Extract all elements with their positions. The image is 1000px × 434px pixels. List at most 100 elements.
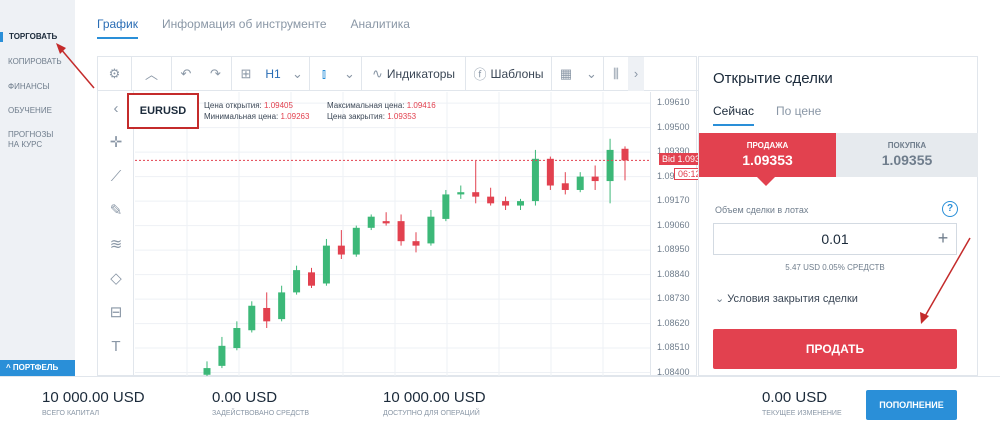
candle-body <box>621 148 629 161</box>
price-tick-label: 1.08620 <box>657 317 690 328</box>
candlestick-chart[interactable] <box>135 92 650 377</box>
ohlc-close-value: 1.09353 <box>387 112 417 121</box>
candle-body <box>352 227 360 255</box>
price-tick-label: 1.08730 <box>657 293 690 304</box>
sidebar-item-finance[interactable]: ФИНАНСЫ <box>0 82 75 92</box>
price-tick-label: 1.08950 <box>657 244 690 255</box>
ohlc-open-label: Цена открытия: <box>204 101 262 110</box>
price-tick-label: 1.09170 <box>657 195 690 206</box>
ohlc-high: Максимальная цена: 1.09416 <box>327 101 436 110</box>
bar-chart-icon[interactable]: ⫼ <box>604 57 628 91</box>
portfolio-toggle[interactable]: ^ ПОРТФЕЛЬ <box>0 360 75 376</box>
chevron-down-icon[interactable]: ⌄ <box>286 56 310 91</box>
candle-body <box>218 345 226 366</box>
ohlc-high-value: 1.09416 <box>406 101 436 110</box>
candle-body <box>517 201 524 206</box>
buy-price: 1.09355 <box>881 152 933 168</box>
buy-side-selector[interactable]: ПОКУПКА 1.09355 <box>836 133 978 177</box>
close-conditions-toggle[interactable]: ⌄ Условия закрытия сделки <box>715 292 858 305</box>
chart-panel: ⚙ ︿ ↶ ↷ ⊞ H1 ⌄ ⫾ ⌄ ∿ Индикаторы ⓕ Шаблоны … <box>97 56 714 377</box>
candle-body <box>457 192 465 195</box>
fibonacci-icon[interactable]: ⊟ <box>98 295 134 329</box>
lots-margin-info: 5.47 USD 0.05% СРЕДСТВ <box>785 263 885 272</box>
ohlc-close-label: Цена закрытия: <box>327 112 385 121</box>
tab-chart[interactable]: График <box>97 17 138 39</box>
templates-button[interactable]: ⓕ Шаблоны <box>466 56 552 91</box>
sidebar-item-trade[interactable]: ТОРГОВАТЬ <box>0 32 75 42</box>
candle-body <box>337 245 345 255</box>
candle-body <box>397 221 405 242</box>
indicators-icon: ∿ <box>371 65 383 81</box>
calendar-icon[interactable]: ▦ <box>552 57 580 91</box>
symbol-label[interactable]: EURUSD <box>127 93 199 129</box>
tab-analytics[interactable]: Аналитика <box>351 17 410 39</box>
price-axis: 1.096101.095001.093901.092801.091701.090… <box>650 92 698 377</box>
stat-available: 10 000.00 USD ДОСТУПНО ДЛЯ ОПЕРАЦИЙ <box>383 389 486 417</box>
tab-instrument-info[interactable]: Информация об инструменте <box>162 17 327 39</box>
templates-icon: ⓕ <box>473 67 487 82</box>
candle-body <box>487 196 495 204</box>
candle-body <box>412 241 420 246</box>
selected-side-pointer <box>757 177 775 186</box>
stat-current-change: 0.00 USD ТЕКУЩЕЕ ИЗМЕНЕНИЕ <box>762 389 842 417</box>
sell-label: ПРОДАЖА <box>746 141 789 150</box>
chevron-down-icon[interactable]: ⌄ <box>580 56 604 91</box>
tab-market-now[interactable]: Сейчас <box>713 104 754 126</box>
crosshair-icon[interactable]: ✛ <box>98 125 134 159</box>
price-tick-label: 1.09500 <box>657 121 690 132</box>
price-tick-label: 1.08510 <box>657 342 690 353</box>
trade-title: Открытие сделки <box>713 70 833 87</box>
collapse-chevron-up-icon[interactable]: ︿ <box>132 56 172 91</box>
sidebar-item-learning[interactable]: ОБУЧЕНИЕ <box>0 106 75 116</box>
stat-caption: ВСЕГО КАПИТАЛ <box>42 410 100 417</box>
lots-input[interactable]: 0.01 <box>713 223 957 255</box>
help-icon[interactable]: ? <box>942 201 958 217</box>
candle-body <box>382 221 390 224</box>
undo-icon[interactable]: ↶ <box>172 57 200 91</box>
sell-button[interactable]: ПРОДАТЬ <box>713 329 957 369</box>
ohlc-open: Цена открытия: 1.09405 <box>204 101 293 110</box>
timeframe-select[interactable]: H1 <box>260 57 286 91</box>
tab-by-price[interactable]: По цене <box>776 104 821 126</box>
candle-body <box>606 149 614 182</box>
sidebar-item-forecasts-line2[interactable]: НА КУРС <box>0 140 75 150</box>
text-tool-icon[interactable]: T <box>98 329 134 363</box>
scroll-right-icon[interactable]: › <box>628 56 644 91</box>
candlestick-icon[interactable]: ⫾ <box>310 57 338 91</box>
settings-gear-icon[interactable]: ⚙ <box>98 56 132 91</box>
sidebar-item-copy[interactable]: КОПИРОВАТЬ <box>0 57 75 67</box>
price-tick-label: 1.09060 <box>657 219 690 230</box>
pattern-icon[interactable]: ◇ <box>98 261 134 295</box>
indicators-label: Индикаторы <box>386 66 456 81</box>
close-conditions-label: Условия закрытия сделки <box>727 293 858 305</box>
channel-icon[interactable]: ≋ <box>98 227 134 261</box>
tab-bar: График Информация об инструменте Аналити… <box>97 17 410 39</box>
main-area: График Информация об инструменте Аналити… <box>75 0 1000 377</box>
topup-button[interactable]: ПОПОЛНЕНИЕ <box>866 390 957 420</box>
buy-label: ПОКУПКА <box>887 141 927 150</box>
indicators-button[interactable]: ∿ Индикаторы <box>362 56 466 91</box>
trendline-icon[interactable]: ⟋ <box>98 159 134 193</box>
stat-total-capital: 10 000.00 USD ВСЕГО КАПИТАЛ <box>42 389 145 417</box>
stat-used-funds: 0.00 USD ЗАДЕЙСТВОВАНО СРЕДСТВ <box>212 389 309 417</box>
chevron-down-icon[interactable]: ⌄ <box>338 56 362 91</box>
chevron-down-icon: ⌄ <box>715 293 728 305</box>
order-mode-tabs: Сейчас По цене <box>713 104 821 126</box>
brush-icon[interactable]: ✎ <box>98 193 134 227</box>
sell-side-selector[interactable]: ПРОДАЖА 1.09353 <box>699 133 836 177</box>
sidebar-item-forecasts[interactable]: ПРОГНОЗЫ <box>0 130 75 140</box>
candle-body <box>322 245 330 284</box>
ohlc-close: Цена закрытия: 1.09353 <box>327 112 416 121</box>
left-sidebar: ТОРГОВАТЬ КОПИРОВАТЬ ФИНАНСЫ ОБУЧЕНИЕ ПР… <box>0 0 75 376</box>
redo-icon[interactable]: ↷ <box>200 56 232 91</box>
chart-toolbar: ⚙ ︿ ↶ ↷ ⊞ H1 ⌄ ⫾ ⌄ ∿ Индикаторы ⓕ Шаблоны … <box>98 56 698 91</box>
candle-body <box>442 194 450 219</box>
stat-value: 0.00 USD <box>762 389 828 406</box>
candle-body <box>472 192 480 197</box>
plus-icon[interactable]: + <box>929 223 957 255</box>
candle-body <box>203 368 211 375</box>
timeframe-label: H1 <box>265 66 281 81</box>
candle-body <box>367 216 375 228</box>
add-chart-icon[interactable]: ⊞ <box>232 57 260 91</box>
ohlc-low-value: 1.09263 <box>280 112 310 121</box>
